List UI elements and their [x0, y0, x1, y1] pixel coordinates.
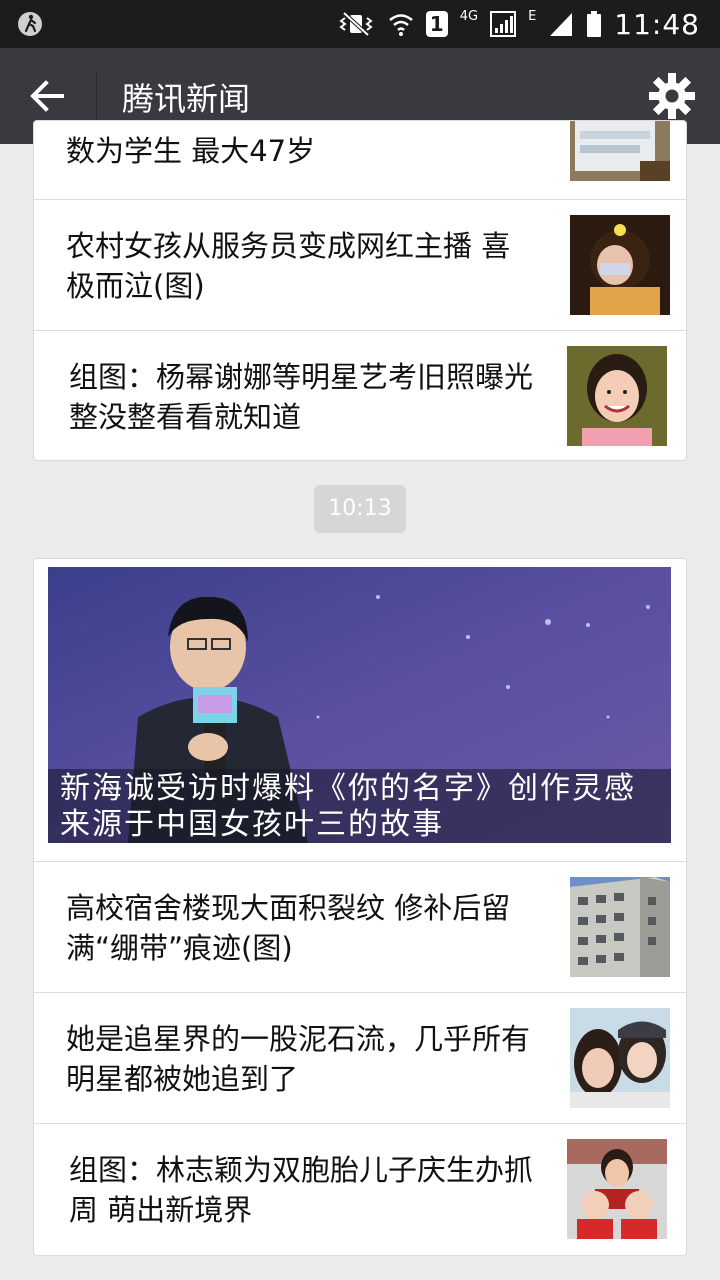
news-thumbnail [567, 1139, 667, 1239]
news-item[interactable]: 数为学生 最大47岁 [34, 121, 686, 199]
back-arrow-icon[interactable] [24, 72, 74, 120]
news-item[interactable]: 组图：林志颖为双胞胎儿子庆生办抓周 萌出新境界 [34, 1123, 686, 1254]
hero-caption: 新海诚受访时爆料《你的名字》创作灵感来源于中国女孩叶三的故事 [48, 769, 671, 843]
wifi-icon [388, 14, 413, 36]
battery-icon [587, 11, 602, 37]
gear-icon[interactable] [648, 72, 696, 120]
time-badge: 10:13 [314, 485, 406, 533]
news-card-earlier: 数为学生 最大47岁 农村女孩从服务员变成网红主播 喜极而泣(图) 组图：杨幂谢… [33, 120, 687, 461]
news-thumbnail [570, 1008, 670, 1108]
news-item[interactable]: 高校宿舍楼现大面积裂纹 修补后留满“绷带”痕迹(图) [34, 861, 686, 992]
news-item[interactable]: 她是追星界的一股泥石流，几乎所有明星都被她追到了 [34, 992, 686, 1123]
hero-image: 新海诚受访时爆料《你的名字》创作灵感来源于中国女孩叶三的故事 [48, 567, 671, 843]
running-person-icon [18, 12, 42, 36]
title-divider [96, 72, 97, 120]
vibrate-mute-icon [339, 11, 373, 37]
news-thumbnail [570, 215, 670, 315]
news-item[interactable]: 农村女孩从服务员变成网红主播 喜极而泣(图) [34, 199, 686, 330]
news-item-title: 她是追星界的一股泥石流，几乎所有明星都被她追到了 [66, 1022, 531, 1096]
hero-news-item[interactable]: 新海诚受访时爆料《你的名字》创作灵感来源于中国女孩叶三的故事 [34, 559, 686, 861]
news-item[interactable]: 组图：杨幂谢娜等明星艺考旧照曝光 整没整看看就知道 [34, 330, 686, 460]
news-item-title: 高校宿舍楼现大面积裂纹 修补后留满“绷带”痕迹(图) [66, 891, 511, 965]
signal-bars-icon [550, 13, 573, 36]
signal-4g-icon [490, 11, 517, 37]
news-item-title: 农村女孩从服务员变成网红主播 喜极而泣(图) [66, 229, 511, 303]
network-4g-label: 4G [459, 8, 479, 24]
news-item-title: 组图：林志颖为双胞胎儿子庆生办抓周 萌出新境界 [69, 1153, 534, 1227]
news-thumbnail [570, 121, 670, 181]
sim-badge: 1 [425, 11, 448, 37]
status-bar: 1 4G E 11:48 [0, 0, 720, 48]
news-item-title: 组图：杨幂谢娜等明星艺考旧照曝光 整没整看看就知道 [69, 360, 534, 434]
clock: 11:48 [614, 7, 700, 41]
news-thumbnail [567, 346, 667, 446]
news-item-title: 数为学生 最大47岁 [66, 134, 316, 168]
news-card-1013: 新海诚受访时爆料《你的名字》创作灵感来源于中国女孩叶三的故事 高校宿舍楼现大面积… [33, 558, 687, 1256]
page-title: 腾讯新闻 [122, 80, 251, 118]
network-e-label: E [528, 8, 537, 24]
news-thumbnail [570, 877, 670, 977]
